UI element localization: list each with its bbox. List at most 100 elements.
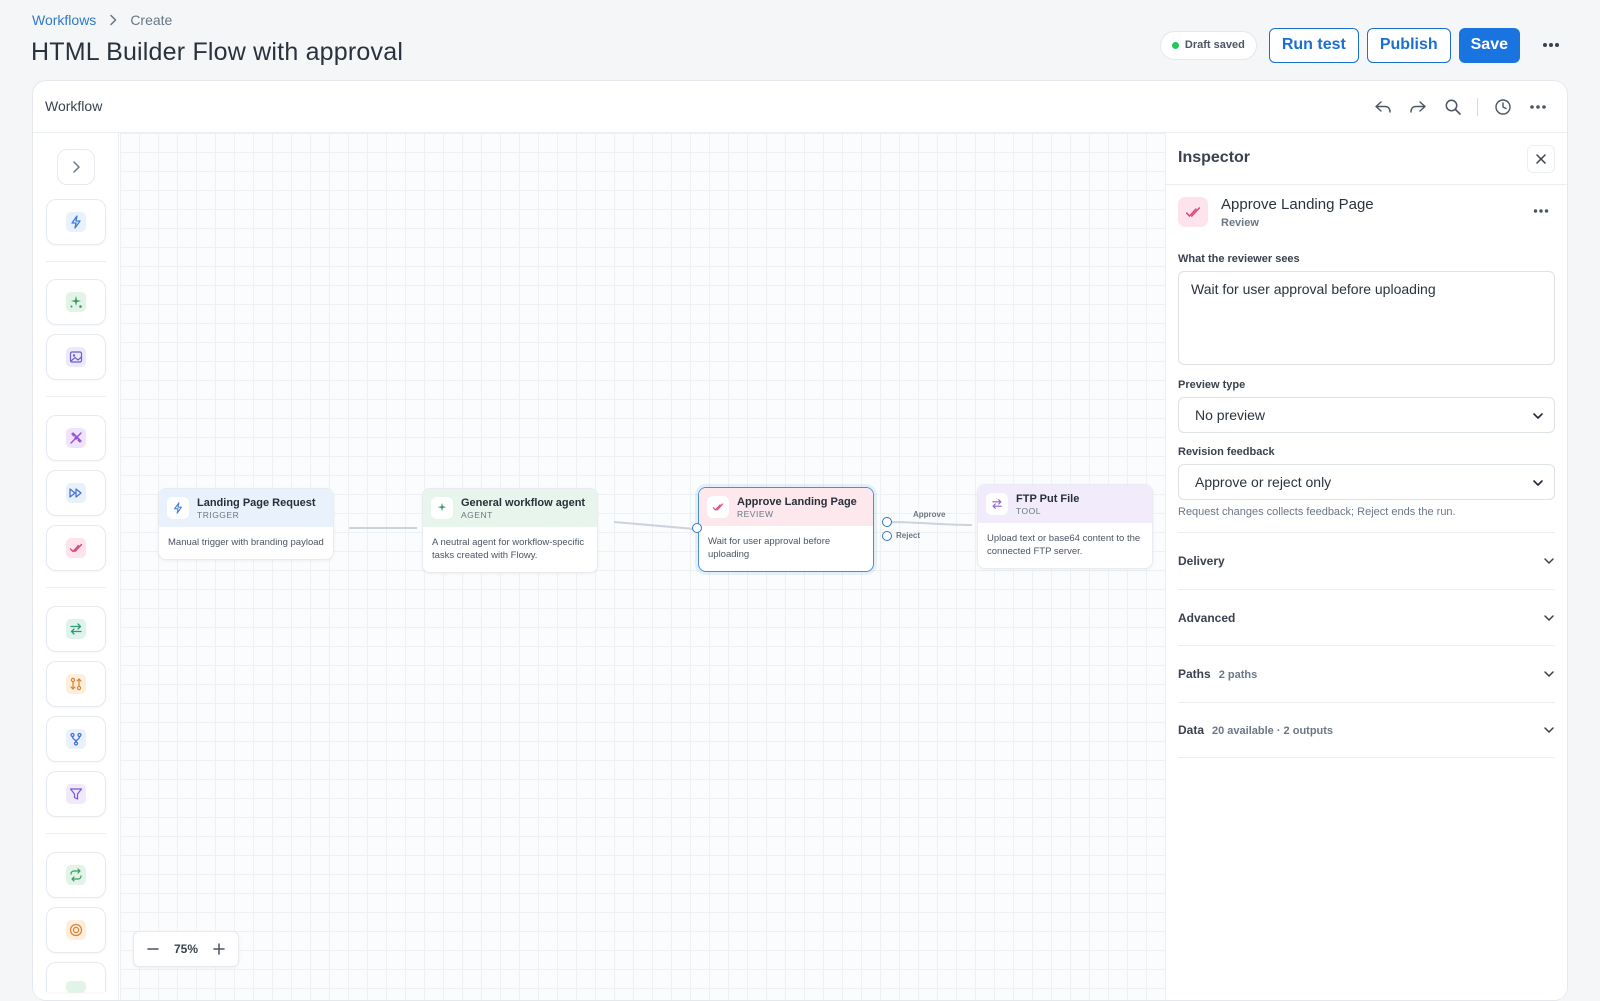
breadcrumb-workflows-link[interactable]: Workflows	[32, 12, 96, 28]
expand-rail-button[interactable]	[57, 149, 95, 185]
node-review-header: Approve Landing Page REVIEW	[699, 488, 873, 526]
image-icon	[66, 347, 86, 367]
publish-button[interactable]: Publish	[1366, 27, 1451, 63]
lightning-icon	[66, 212, 86, 232]
palette-trigger[interactable]	[46, 199, 106, 245]
palette-more[interactable]	[46, 962, 106, 993]
preview-type-value: No preview	[1195, 407, 1266, 423]
node-title: Landing Page Request	[197, 496, 316, 509]
inspector-node-kind: Review	[1221, 217, 1259, 229]
palette-partial-icon	[66, 980, 86, 993]
edge-agent-review	[613, 521, 696, 530]
double-check-icon	[707, 496, 729, 518]
lightning-icon	[167, 497, 189, 519]
workflow-tools	[1367, 91, 1553, 122]
reviewer-text-field[interactable]: Wait for user approval before uploading	[1178, 271, 1555, 365]
chevron-down-icon	[1543, 721, 1555, 739]
palette-magic[interactable]	[46, 415, 106, 461]
preview-type-select[interactable]: No preview	[1178, 397, 1555, 433]
zoom-out-icon[interactable]	[144, 940, 162, 958]
loop-icon	[66, 865, 86, 885]
zoom-control: 75%	[133, 931, 239, 967]
palette-review[interactable]	[46, 525, 106, 571]
undo-icon[interactable]	[1367, 91, 1398, 122]
section-title: Delivery	[1178, 553, 1225, 568]
history-icon[interactable]	[1487, 91, 1518, 122]
section-paths[interactable]: Paths 2 paths	[1178, 645, 1555, 701]
section-advanced[interactable]: Advanced	[1178, 589, 1555, 645]
draft-status-text: Draft saved	[1184, 39, 1245, 51]
workflow-title: Workflow	[45, 98, 103, 114]
node-type: TOOL	[1016, 505, 1041, 516]
node-palette-rail	[33, 133, 119, 1000]
edge-label-reject: Reject	[896, 531, 921, 540]
section-meta: 20 available · 2 outputs	[1212, 725, 1334, 737]
input-port[interactable]	[692, 523, 702, 533]
save-button[interactable]: Save	[1458, 27, 1520, 63]
rail-divider	[46, 833, 106, 834]
section-title: Paths	[1178, 666, 1211, 681]
palette-compare[interactable]	[46, 661, 106, 707]
filter-icon	[66, 784, 86, 804]
inspector-header: Inspector	[1166, 133, 1567, 185]
palette-target[interactable]	[46, 907, 106, 953]
zoom-level: 75%	[173, 942, 199, 956]
palette-filter[interactable]	[46, 771, 106, 817]
node-more-icon[interactable]	[1533, 201, 1549, 219]
run-test-button[interactable]: Run test	[1268, 27, 1359, 63]
breadcrumb: Workflows Create	[32, 12, 172, 28]
chevron-down-icon	[1543, 552, 1555, 570]
palette-branch[interactable]	[46, 716, 106, 762]
node-description: A neutral agent for workflow-specific ta…	[432, 537, 585, 561]
palette-swap[interactable]	[46, 606, 106, 652]
chevron-down-icon	[1532, 407, 1544, 423]
node-agent[interactable]: General workflow agent AGENT A neutral a…	[422, 488, 598, 573]
draft-status-badge: Draft saved	[1159, 30, 1257, 60]
reviewer-label: What the reviewer sees	[1178, 253, 1300, 265]
more-options-icon[interactable]	[1534, 28, 1568, 62]
node-description: Upload text or base64 content to the con…	[987, 533, 1141, 557]
palette-image[interactable]	[46, 334, 106, 380]
sparkles-icon	[431, 497, 453, 519]
node-review[interactable]: Approve Landing Page REVIEW Wait for use…	[698, 487, 874, 572]
sparkles-icon	[66, 292, 86, 312]
compare-icon	[66, 674, 86, 694]
double-check-icon	[1178, 197, 1208, 227]
section-data[interactable]: Data 20 available · 2 outputs	[1178, 702, 1555, 758]
chevron-down-icon	[1543, 665, 1555, 683]
chevron-right-icon	[108, 14, 118, 26]
inspector-panel: Inspector Approve Landing Page Review Wh…	[1165, 133, 1567, 1000]
node-trigger[interactable]: Landing Page Request TRIGGER Manual trig…	[158, 488, 334, 560]
inspector-node-name: Approve Landing Page	[1221, 196, 1374, 213]
fast-forward-icon	[66, 483, 86, 503]
zoom-in-icon[interactable]	[210, 940, 228, 958]
edge-approve	[886, 521, 973, 526]
node-type: AGENT	[461, 509, 493, 520]
node-trigger-header: Landing Page Request TRIGGER	[159, 489, 333, 527]
more-icon[interactable]	[1522, 91, 1553, 122]
reject-port[interactable]	[882, 531, 892, 541]
redo-icon[interactable]	[1402, 91, 1433, 122]
swap-arrows-icon	[986, 493, 1008, 515]
workflow-toolbar: Workflow	[33, 81, 1567, 133]
palette-skip[interactable]	[46, 470, 106, 516]
palette-loop[interactable]	[46, 852, 106, 898]
approve-port[interactable]	[882, 517, 892, 527]
preview-type-label: Preview type	[1178, 379, 1246, 391]
palette-agent[interactable]	[46, 279, 106, 325]
node-type: TRIGGER	[197, 509, 240, 520]
rail-divider	[46, 587, 106, 588]
status-dot-icon	[1171, 41, 1179, 49]
branch-icon	[66, 729, 86, 749]
node-title: Approve Landing Page	[737, 495, 857, 508]
search-icon[interactable]	[1437, 91, 1468, 122]
workflow-canvas[interactable]: Landing Page Request TRIGGER Manual trig…	[120, 133, 1165, 1000]
node-tool[interactable]: FTP Put File TOOL Upload text or base64 …	[977, 484, 1153, 569]
section-delivery[interactable]: Delivery	[1178, 532, 1555, 588]
node-title: General workflow agent	[461, 496, 586, 509]
close-icon[interactable]	[1527, 145, 1555, 173]
chevron-down-icon	[1532, 474, 1544, 490]
revision-feedback-select[interactable]: Approve or reject only	[1178, 464, 1555, 500]
rail-divider	[46, 396, 106, 397]
node-title: FTP Put File	[1016, 492, 1080, 505]
